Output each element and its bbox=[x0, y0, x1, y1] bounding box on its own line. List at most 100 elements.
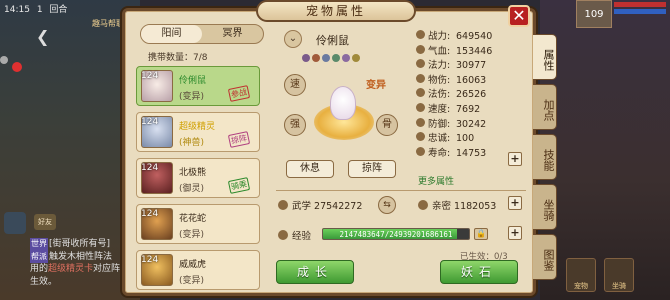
carry-count: 携带数量：7/8 bbox=[148, 53, 208, 63]
tab-mingjie[interactable]: 冥界 bbox=[202, 25, 263, 43]
game-background-right bbox=[540, 0, 670, 300]
pet-type: (变异) bbox=[179, 92, 205, 102]
skill-icon[interactable] bbox=[352, 54, 360, 62]
dialog-title: 宠物属性 bbox=[256, 0, 416, 22]
chat-line: 世界 [街哥收所有号] bbox=[30, 238, 111, 251]
pet-status-stamp: 掠阵 bbox=[227, 131, 251, 148]
pet-status-stamp: 参战 bbox=[227, 85, 251, 102]
martial-icon bbox=[278, 200, 288, 210]
physical-damage-icon bbox=[416, 73, 425, 83]
magic-damage-icon bbox=[416, 88, 425, 98]
chat-line: 生效。 bbox=[30, 276, 58, 287]
skill-icon[interactable] bbox=[312, 54, 320, 62]
pet-name: 北极熊 bbox=[179, 168, 207, 178]
experience-text: 2147483647/24939201686161 bbox=[339, 230, 453, 239]
pet-level: 124 bbox=[141, 255, 159, 265]
experience-label: 经验 bbox=[292, 231, 312, 242]
grow-button[interactable]: 成长 bbox=[276, 260, 354, 284]
player-bars bbox=[614, 2, 666, 24]
pet-name: 超级精灵 bbox=[179, 122, 216, 132]
intimacy-row: 亲密 1182053 bbox=[432, 201, 497, 212]
indicator-b: 回合 bbox=[49, 5, 68, 15]
mp-bar bbox=[614, 9, 666, 14]
chat-avatar[interactable] bbox=[4, 212, 26, 234]
lifespan-icon bbox=[416, 146, 425, 156]
hud-title: 趣马帮职 bbox=[92, 19, 124, 28]
clock: 14:15 bbox=[4, 5, 30, 15]
more-attributes-link[interactable]: 更多属性 bbox=[418, 174, 454, 187]
tab-mount[interactable]: 坐骑 bbox=[533, 184, 557, 230]
chat-line: 帮派 触发木相性阵法 bbox=[30, 250, 113, 263]
player-avatar[interactable]: 109 bbox=[576, 0, 612, 28]
pet-menu-button[interactable]: 宠物 bbox=[566, 258, 596, 292]
pet-list-item[interactable]: 124 超级精灵 (神兽) 掠阵 bbox=[136, 112, 260, 152]
martial-swap-icon[interactable]: ⇆ bbox=[378, 196, 396, 214]
pet-name: 花花蛇 bbox=[179, 214, 207, 224]
back-arrow-icon[interactable]: ❮ bbox=[36, 29, 50, 45]
pet-name: 威威虎 bbox=[179, 260, 207, 270]
lock-icon[interactable]: 🔒 bbox=[474, 228, 488, 240]
formation-button[interactable]: 掠阵 bbox=[348, 160, 396, 178]
pet-type: (御灵) bbox=[179, 184, 205, 194]
pet-list-item[interactable]: 124 北极熊 (御灵) 骑乘 bbox=[136, 158, 260, 198]
hp-icon bbox=[416, 44, 425, 54]
stat-row-mp: 法力: 30977 bbox=[416, 57, 526, 72]
skill-icon[interactable] bbox=[332, 54, 340, 62]
mp-icon bbox=[416, 59, 425, 69]
skill-icon[interactable] bbox=[302, 54, 310, 62]
intimacy-icon bbox=[418, 200, 428, 210]
pet-list-item[interactable]: 124 花花蛇 (变异) bbox=[136, 204, 260, 244]
bone-icon[interactable]: 骨 bbox=[376, 114, 398, 136]
realm-switch[interactable]: 阳间 冥界 bbox=[140, 24, 264, 44]
pet-type: (神兽) bbox=[179, 138, 205, 148]
strength-icon[interactable]: 强 bbox=[284, 114, 306, 136]
chat-panel[interactable]: 世界 [街哥收所有号] 帮派 触发木相性阵法 用的超级精灵卡对应阵 生效。 bbox=[30, 238, 126, 288]
martial-row: 武学 27542272 bbox=[292, 201, 363, 212]
pet-list[interactable]: 124 伶俐鼠 (变异) 参战 124 超级精灵 (神兽) 掠阵 124 北极熊… bbox=[136, 66, 262, 292]
stat-row-physical-damage: 物伤: 16063 bbox=[416, 72, 526, 87]
speed-icon[interactable]: 速 bbox=[284, 74, 306, 96]
tab-yangjian[interactable]: 阳间 bbox=[141, 25, 202, 43]
experience-icon bbox=[278, 230, 288, 240]
pet-level: 124 bbox=[141, 71, 159, 81]
status-bar: 14:15 1 回合 bbox=[4, 2, 71, 15]
mount-menu-button[interactable]: 坐骑 bbox=[604, 258, 634, 292]
pet-title: 伶俐鼠 bbox=[316, 34, 349, 47]
defense-icon bbox=[416, 117, 425, 127]
pet-model bbox=[330, 86, 356, 120]
tab-attributes[interactable]: 属性 bbox=[533, 34, 557, 80]
alert-dot-icon[interactable] bbox=[12, 62, 22, 72]
skill-icon[interactable] bbox=[342, 54, 350, 62]
pet-level: 124 bbox=[141, 163, 159, 173]
mutation-label: 变异 bbox=[366, 80, 386, 91]
pet-type: (变异) bbox=[179, 230, 205, 240]
stat-row-power: 战力: 649540 bbox=[416, 28, 526, 43]
divider bbox=[276, 190, 526, 191]
stat-row-speed: 速度: 7692 bbox=[416, 101, 526, 116]
tab-add-points[interactable]: 加点 bbox=[533, 84, 557, 130]
skill-icon[interactable] bbox=[322, 54, 330, 62]
close-button[interactable]: ✕ bbox=[508, 5, 530, 27]
indicator-a: 1 bbox=[36, 5, 43, 15]
pet-status-stamp: 骑乘 bbox=[227, 177, 251, 194]
stat-row-defense: 防御: 30242 bbox=[416, 116, 526, 131]
pet-level: 124 bbox=[141, 117, 159, 127]
pet-list-item[interactable]: 124 伶俐鼠 (变异) 参战 bbox=[136, 66, 260, 106]
skill-icons bbox=[302, 54, 360, 62]
chevron-down-icon[interactable]: ⌄ bbox=[284, 30, 302, 48]
hp-bar bbox=[614, 2, 666, 7]
pet-type: (变异) bbox=[179, 276, 205, 286]
loyalty-icon bbox=[416, 132, 425, 142]
pet-list-item[interactable]: 124 威威虎 (变异) bbox=[136, 250, 260, 290]
tab-skills[interactable]: 技能 bbox=[533, 134, 557, 180]
tab-handbook[interactable]: 图鉴 bbox=[533, 234, 557, 280]
add-intimacy-button[interactable]: + bbox=[508, 196, 522, 210]
friends-button[interactable]: 好友 bbox=[34, 214, 56, 230]
add-lifespan-button[interactable]: + bbox=[508, 152, 522, 166]
add-experience-button[interactable]: + bbox=[508, 226, 522, 240]
rest-button[interactable]: 休息 bbox=[286, 160, 334, 178]
pet-stage: 速 变异 强 骨 bbox=[284, 66, 400, 154]
stat-row-loyalty: 忠诚: 100 bbox=[416, 130, 526, 145]
chat-line: 用的超级精灵卡对应阵 bbox=[30, 264, 121, 274]
stone-button[interactable]: 妖石 bbox=[440, 260, 518, 284]
